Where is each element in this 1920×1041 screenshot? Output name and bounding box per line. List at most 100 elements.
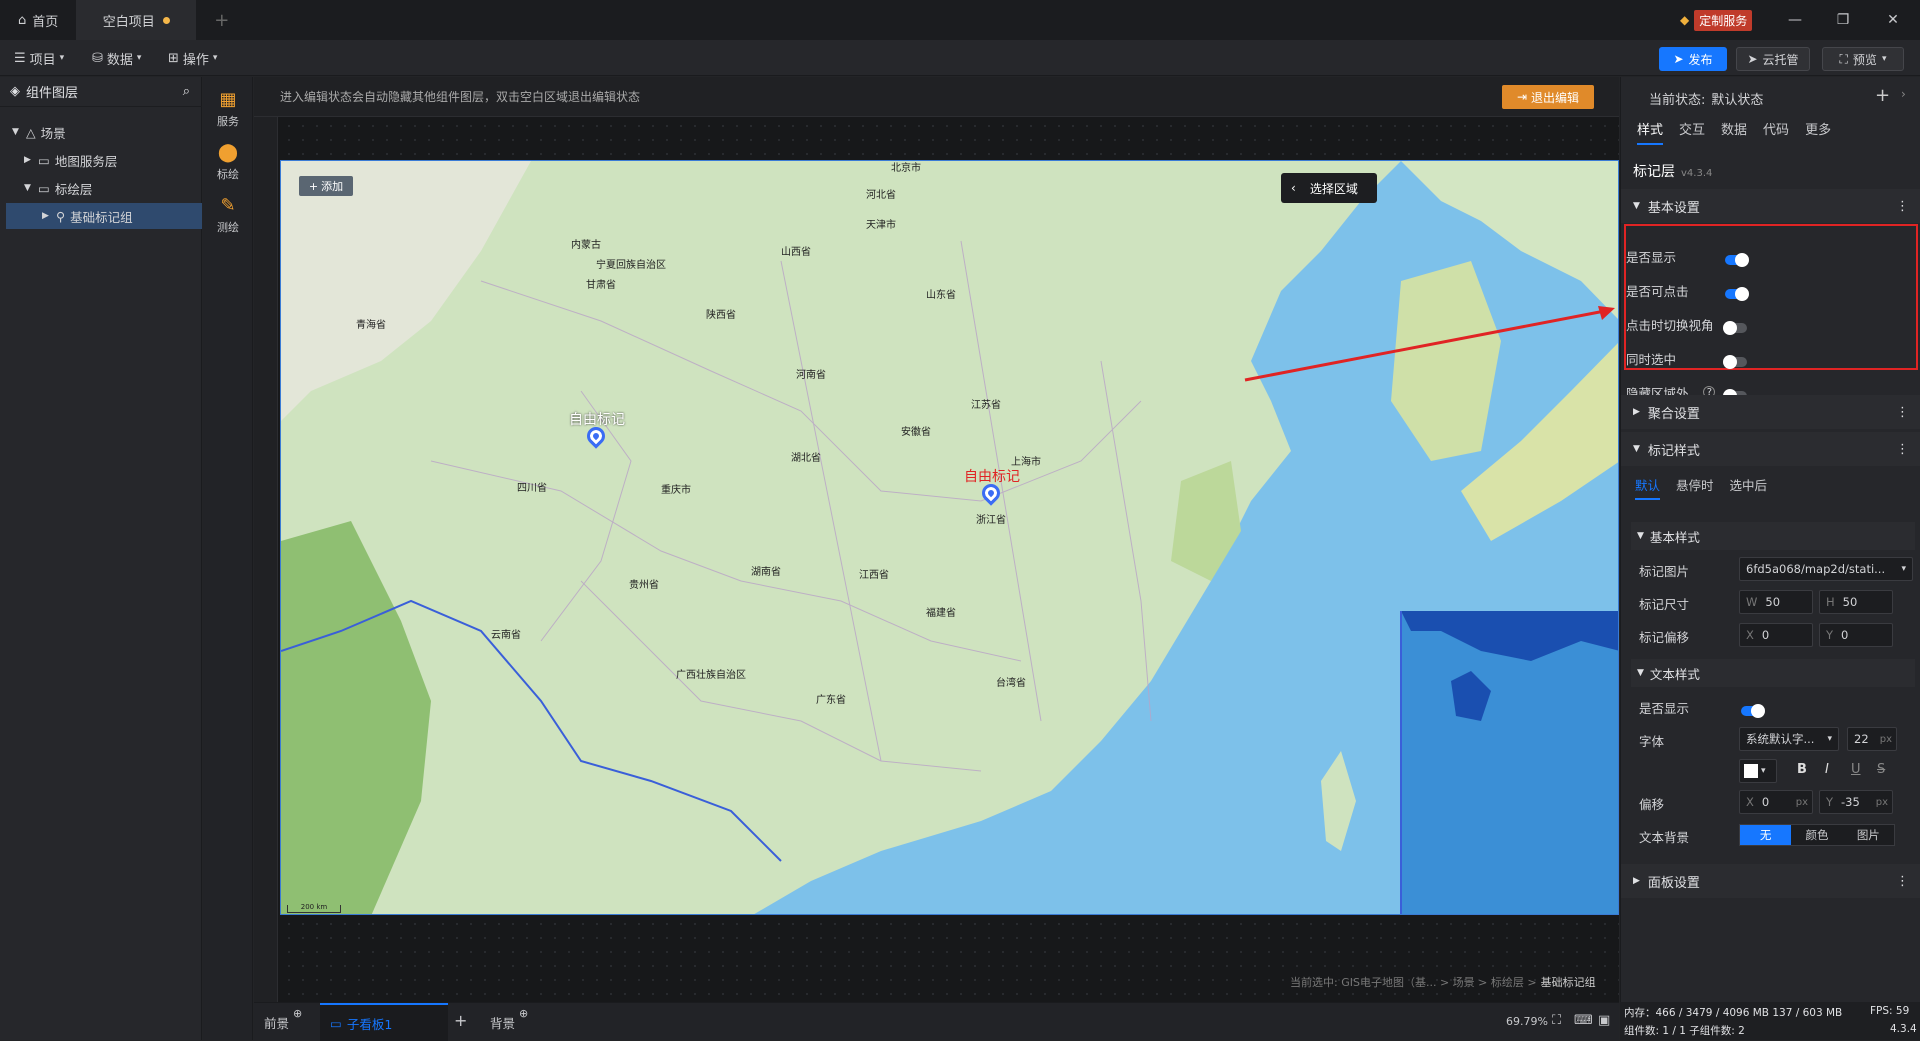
add-button-label: 添加: [321, 180, 344, 193]
tab-project[interactable]: 空白项目: [76, 0, 197, 40]
row-marker-size: 标记尺寸: [1639, 589, 1689, 617]
menu-data[interactable]: ⛁ 数据 ▾: [92, 40, 141, 76]
menu-operate[interactable]: ⊞ 操作 ▾: [168, 40, 217, 76]
more-icon[interactable]: ⋮: [1896, 874, 1909, 889]
publish-button[interactable]: ➤ 发布: [1659, 47, 1727, 71]
add-circle-icon[interactable]: ⊕: [293, 1007, 302, 1032]
minimize-icon[interactable]: —: [1772, 0, 1818, 40]
section-marker-style[interactable]: ▼ 标记样式 ⋮: [1621, 432, 1920, 466]
annotation-arrow: [1244, 306, 1615, 382]
tab-selected[interactable]: 选中后: [1730, 475, 1768, 500]
exit-edit-button[interactable]: ⇥ 退出编辑: [1502, 85, 1594, 109]
font-size-input[interactable]: 22 px: [1847, 727, 1897, 751]
new-tab-button[interactable]: +: [196, 0, 247, 40]
foreground-label: 前景: [264, 1016, 290, 1031]
subboard-tab[interactable]: ▭ 子看板1: [320, 1003, 448, 1041]
state-bar: 当前状态: 默认状态: [1649, 89, 1763, 108]
layers-panel: ◈ 组件图层 ⌕ ▼ △ 场景 ▶ ▭ 地图服务层 ▼ ▭ 标绘层 ▶ ⚲ 基础…: [0, 77, 202, 1040]
marker-offset-y-input[interactable]: Y0: [1819, 623, 1893, 647]
bg-option-image[interactable]: 图片: [1842, 825, 1894, 845]
text-offset-y-input[interactable]: Y -35 px: [1819, 790, 1893, 814]
bg-option-none[interactable]: 无: [1740, 825, 1792, 845]
tab-default[interactable]: 默认: [1635, 475, 1661, 500]
restore-icon[interactable]: ❐: [1820, 0, 1866, 40]
toggle-select-together[interactable]: [1723, 355, 1747, 369]
style-state-tabs: 默认 悬停时 选中后: [1635, 475, 1767, 500]
select-area-button[interactable]: ‹ 选择区域: [1281, 173, 1377, 203]
map-view[interactable]: 北京市 天津市 河北省 山西省 内蒙古 宁夏回族自治区 陕西省 青海省 甘肃省 …: [280, 160, 1619, 915]
tab-interaction[interactable]: 交互: [1679, 119, 1705, 145]
exit-icon: ⇥: [1516, 90, 1528, 104]
underline-icon[interactable]: U: [1851, 762, 1861, 777]
search-icon[interactable]: ⌕: [183, 84, 190, 99]
caret-down-icon: ▼: [1633, 444, 1640, 454]
more-icon[interactable]: ⋮: [1896, 405, 1909, 420]
scale-bar: 200 km: [287, 904, 341, 913]
folder-icon: ▭: [38, 180, 50, 196]
add-board-icon[interactable]: +: [454, 1011, 467, 1030]
tree-item-marker-group[interactable]: ▶ ⚲ 基础标记组: [6, 203, 202, 229]
text-style-header[interactable]: ▼ 文本样式: [1631, 659, 1915, 687]
toggle-clickable[interactable]: [1725, 287, 1749, 301]
terminal-icon[interactable]: ▣: [1598, 1013, 1610, 1028]
tab-code[interactable]: 代码: [1763, 119, 1789, 145]
section-title: 聚合设置: [1647, 406, 1700, 422]
add-button[interactable]: + 添加: [299, 176, 353, 196]
bg-option-color[interactable]: 颜色: [1791, 825, 1843, 845]
menu-project[interactable]: ☰ 项目 ▾: [14, 40, 64, 76]
section-title: 面板设置: [1647, 875, 1700, 891]
properties-panel: 当前状态: 默认状态 + › 样式 交互 数据 代码 更多 标记层 v4.3.4…: [1620, 77, 1920, 1002]
text-color-picker[interactable]: ▾: [1739, 759, 1777, 783]
background-tab[interactable]: 背景 ⊕: [490, 1007, 528, 1032]
tab-hover[interactable]: 悬停时: [1676, 475, 1714, 500]
foreground-tab[interactable]: 前景 ⊕: [264, 1007, 302, 1032]
preview-button[interactable]: ⛶ 预览 ▾: [1822, 47, 1904, 71]
more-icon[interactable]: ⋮: [1896, 199, 1909, 214]
tree-item-map-service[interactable]: ▶ ▭ 地图服务层: [0, 147, 202, 173]
italic-icon[interactable]: I: [1825, 762, 1829, 777]
caret-right-icon: ▶: [1633, 876, 1640, 886]
tab-home[interactable]: ⌂ 首页: [0, 0, 76, 40]
plot-tool[interactable]: ⬤ 标绘: [203, 142, 253, 182]
scene-icon: △: [26, 124, 36, 140]
text-offset-x-input[interactable]: X 0 px: [1739, 790, 1813, 814]
tab-style[interactable]: 样式: [1637, 119, 1664, 145]
marker-image-select[interactable]: 6fd5a068/map2d/stati... ▾: [1739, 557, 1913, 581]
tree-item-scene[interactable]: ▼ △ 场景: [0, 119, 202, 145]
add-circle-icon[interactable]: ⊕: [519, 1007, 528, 1032]
basic-style-header[interactable]: ▼ 基本样式: [1631, 522, 1915, 550]
section-basic-settings[interactable]: ▼ 基本设置 ⋮: [1621, 189, 1920, 223]
close-icon[interactable]: ✕: [1870, 0, 1916, 40]
tab-data[interactable]: 数据: [1721, 119, 1747, 145]
custom-service-button[interactable]: ◆ 定制服务: [1680, 9, 1753, 31]
home-icon: ⌂: [18, 12, 27, 28]
toggle-text-visible[interactable]: [1741, 704, 1765, 718]
measure-tool[interactable]: ✎ 测绘: [203, 195, 253, 235]
font-family-select[interactable]: 系统默认字... ▾: [1739, 727, 1839, 751]
caret-down-icon: ▼: [12, 127, 19, 137]
keyboard-icon[interactable]: ⌨: [1574, 1013, 1593, 1028]
add-state-icon[interactable]: +: [1875, 85, 1890, 106]
marker-height-input[interactable]: H 50: [1819, 590, 1893, 614]
cloud-button[interactable]: ➤ 云托管: [1736, 47, 1810, 71]
more-icon[interactable]: ⋮: [1896, 442, 1909, 457]
breadcrumb-current: 基础标记组: [1540, 976, 1596, 989]
tab-more[interactable]: 更多: [1805, 119, 1831, 145]
toggle-is-visible[interactable]: [1725, 253, 1749, 267]
service-tool[interactable]: ▦ 服务: [203, 89, 253, 129]
zoom-level[interactable]: 69.79%: [1506, 1015, 1548, 1028]
row-select-together: 同时选中: [1626, 344, 1676, 372]
fit-screen-icon[interactable]: ⛶: [1552, 1013, 1561, 1028]
chevron-right-icon[interactable]: ›: [1901, 87, 1906, 101]
bold-icon[interactable]: B: [1797, 762, 1807, 777]
marker-width-input[interactable]: W 50: [1739, 590, 1813, 614]
caret-right-icon: ▶: [42, 211, 49, 221]
marker-offset-x-input[interactable]: X0: [1739, 623, 1813, 647]
place-label: 天津市: [866, 220, 896, 231]
section-panel-settings[interactable]: ▶ 面板设置 ⋮: [1621, 864, 1920, 898]
state-value[interactable]: 默认状态: [1711, 89, 1763, 108]
strikethrough-icon[interactable]: S: [1877, 762, 1885, 777]
tree-item-plot-layer[interactable]: ▼ ▭ 标绘层: [0, 175, 202, 201]
toggle-switch-view[interactable]: [1723, 321, 1747, 335]
section-aggregate[interactable]: ▶ 聚合设置 ⋮: [1621, 395, 1920, 429]
